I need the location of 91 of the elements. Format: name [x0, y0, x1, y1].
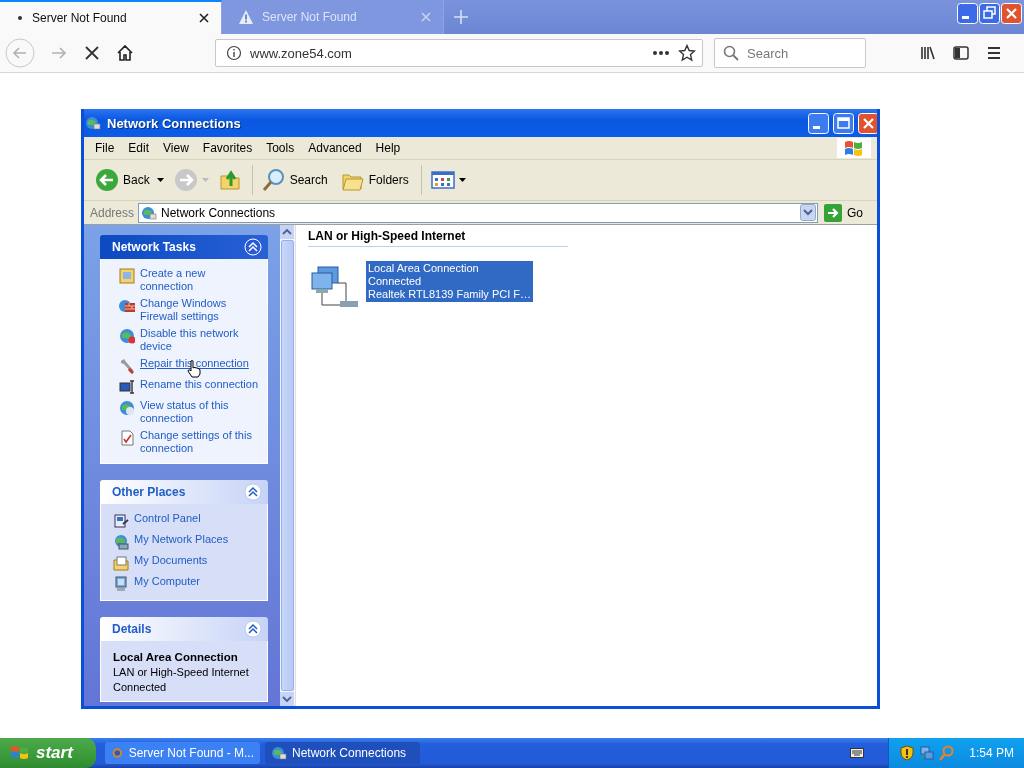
task-link[interactable]: My Documents	[134, 554, 208, 567]
collapse-icon	[244, 620, 262, 638]
panel-header[interactable]: Network Tasks	[100, 235, 268, 259]
globe-icon	[119, 328, 135, 344]
network-icon	[85, 115, 101, 131]
menu-item[interactable]: File	[88, 141, 122, 155]
taskbar-button[interactable]: Network Connections	[265, 742, 420, 764]
close-icon[interactable]	[197, 11, 211, 25]
url-text: www.zone54.com	[250, 45, 353, 61]
star-icon[interactable]	[678, 44, 696, 62]
menu-item[interactable]: Favorites	[195, 141, 260, 155]
network-icon	[113, 534, 129, 550]
wrench-icon	[119, 358, 135, 374]
task-link[interactable]: My Network Places	[134, 533, 229, 546]
connection-label[interactable]: Local Area Connection Connected Realtek RTL8139 Family PCI F…	[366, 261, 534, 302]
address-field[interactable]: Network Connections	[138, 202, 818, 223]
collapse-icon	[244, 483, 262, 501]
scrollbar[interactable]	[280, 225, 296, 706]
details-text: LAN or High-Speed Internet	[113, 666, 250, 678]
caret-icon	[201, 178, 209, 182]
panel-header[interactable]: Details	[100, 617, 268, 641]
search-icon	[723, 45, 739, 61]
go-button[interactable]: Go	[822, 203, 877, 222]
scroll-down-icon[interactable]	[280, 692, 294, 706]
globe-icon	[119, 400, 135, 416]
connection-icon	[119, 268, 135, 284]
menu-item[interactable]: Edit	[121, 141, 157, 155]
clock: 1:54 PM	[969, 746, 1014, 760]
taskbar-button[interactable]: Server Not Found - M...	[105, 742, 260, 764]
minimize-icon[interactable]	[957, 3, 978, 24]
folders-button[interactable]: Folders	[337, 167, 415, 193]
warning-icon	[238, 9, 254, 25]
task-link[interactable]: Repair this connection	[140, 357, 249, 370]
rename-icon	[119, 379, 135, 395]
stop-icon[interactable]	[83, 44, 101, 62]
search-field[interactable]: Search	[714, 38, 866, 68]
window-title: Network Connections	[107, 115, 241, 131]
scroll-thumb[interactable]	[281, 240, 294, 691]
tab-title: Server Not Found	[262, 10, 358, 24]
task-link[interactable]: View status of this connection	[140, 399, 261, 425]
start-button[interactable]: start	[0, 738, 96, 768]
folder-up-icon	[218, 168, 243, 192]
loading-dot-icon	[16, 14, 24, 22]
windows-flag-icon	[10, 744, 30, 762]
network-icon	[141, 204, 158, 221]
scroll-up-icon[interactable]	[280, 225, 294, 239]
menu-icon[interactable]	[985, 44, 1003, 62]
task-link[interactable]: Change Windows Firewall settings	[140, 297, 261, 323]
more-icon[interactable]	[652, 50, 670, 56]
search-button[interactable]: Search	[258, 166, 334, 194]
menu-item[interactable]: Tools	[259, 141, 302, 155]
menu-item[interactable]: Advanced	[301, 141, 369, 155]
browser-tab[interactable]: Server Not Found	[0, 0, 222, 34]
panel-header[interactable]: Other Places	[100, 480, 268, 504]
task-link[interactable]: Change settings of this connection	[140, 429, 261, 455]
task-link[interactable]: Rename this connection	[140, 378, 258, 391]
task-link[interactable]: Disable this network device	[140, 327, 261, 353]
search-icon	[261, 168, 286, 192]
restore-icon[interactable]	[979, 3, 1000, 24]
shield-icon[interactable]	[899, 745, 916, 761]
task-link[interactable]: Control Panel	[134, 512, 201, 525]
maximize-icon[interactable]	[833, 112, 854, 134]
computer-icon	[113, 576, 129, 592]
checklist-icon	[119, 430, 135, 446]
caret-icon	[156, 178, 164, 182]
details-heading: Local Area Connection	[113, 651, 239, 663]
menu-item[interactable]: Help	[368, 141, 408, 155]
dropdown-icon[interactable]	[800, 204, 816, 221]
menu-item[interactable]: View	[156, 141, 196, 155]
network-icon	[271, 745, 287, 761]
library-icon[interactable]	[919, 44, 937, 62]
task-link[interactable]: Create a new connection	[140, 267, 261, 293]
back-button[interactable]: Back	[92, 166, 167, 194]
documents-icon	[113, 555, 129, 571]
address-bar[interactable]: www.zone54.com	[215, 39, 703, 67]
keyboard-icon[interactable]	[850, 747, 865, 759]
group-heading: LAN or High-Speed Internet	[308, 227, 568, 247]
tab-title: Server Not Found	[32, 11, 128, 25]
details-text: Connected	[113, 681, 168, 693]
control-panel-icon	[113, 513, 129, 529]
windows-flag-icon	[837, 138, 871, 158]
views-icon	[430, 171, 455, 189]
home-icon[interactable]	[116, 44, 134, 62]
sidebar-icon[interactable]	[952, 44, 970, 62]
firewall-icon	[119, 298, 135, 314]
address-label: Address	[90, 205, 135, 220]
minimize-icon[interactable]	[808, 112, 829, 134]
task-link[interactable]: My Computer	[134, 575, 201, 588]
caret-icon	[458, 178, 466, 182]
collapse-icon	[244, 238, 262, 256]
info-icon[interactable]	[226, 45, 242, 61]
